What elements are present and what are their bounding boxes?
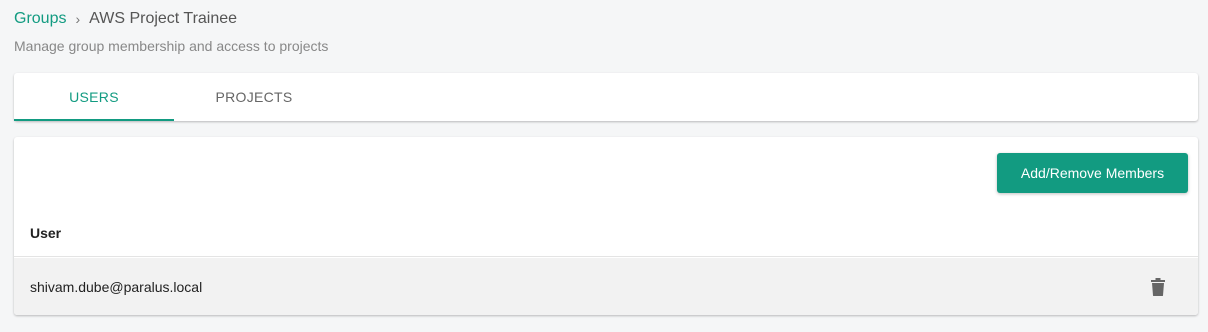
page-subtitle: Manage group membership and access to pr… [14,38,329,54]
trash-icon [1151,277,1165,296]
group-detail-page: Groups › AWS Project Trainee Manage grou… [0,0,1208,332]
breadcrumb-separator: › [75,11,81,27]
delete-user-button[interactable] [1146,275,1170,299]
table-row: shivam.dube@paralus.local [14,258,1198,315]
page-title: AWS Project Trainee [89,10,238,27]
tab-users[interactable]: USERS [14,73,174,121]
users-panel: Add/Remove Members User shivam.dube@para… [14,137,1198,315]
column-header-user: User [30,224,62,241]
breadcrumb-groups-link[interactable]: Groups [14,9,66,29]
breadcrumb: Groups › AWS Project Trainee [14,9,237,29]
user-email-cell: shivam.dube@paralus.local [30,278,203,295]
tab-bar: USERS PROJECTS [14,73,1198,121]
table-header: User [14,209,1198,257]
tab-projects[interactable]: PROJECTS [174,73,334,121]
add-remove-members-button[interactable]: Add/Remove Members [997,153,1188,193]
